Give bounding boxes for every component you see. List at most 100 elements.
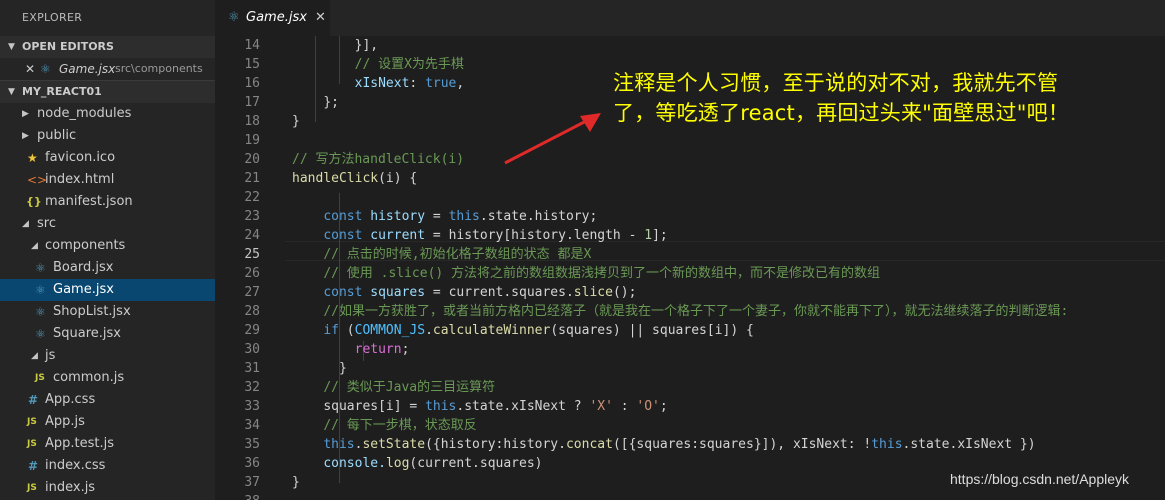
project-label: MY_REACT01 <box>22 85 102 98</box>
chevron-down-icon: ▼ <box>8 42 15 52</box>
tree-item-label: favicon.ico <box>45 150 116 165</box>
tree-item-board[interactable]: ⚛ Board.jsx <box>0 257 215 279</box>
tree-item-app-test-js[interactable]: JS App.test.js <box>0 433 215 455</box>
chevron-right-icon: ▶ <box>22 131 29 141</box>
line-number-active: 25 <box>244 247 260 262</box>
tree-item-game[interactable]: ⚛ Game.jsx <box>0 279 215 301</box>
close-icon[interactable]: ✕ <box>25 58 35 80</box>
line-number: 16 <box>244 76 260 91</box>
code-line: //如果一方获胜了，或者当前方格内已经落子（就是我在一个格子下了一个妻子，你就不… <box>323 304 1069 319</box>
close-icon[interactable]: ✕ <box>315 0 326 36</box>
react-icon: ⚛ <box>35 261 46 275</box>
tree-item-app-js[interactable]: JS App.js <box>0 411 215 433</box>
line-number: 37 <box>244 475 260 490</box>
tree-item-common-js[interactable]: JS common.js <box>0 367 215 389</box>
tree-item-index-js[interactable]: JS index.js <box>0 477 215 499</box>
tree-item-label: node_modules <box>37 106 132 121</box>
open-editor-item[interactable]: ✕ ⚛ Game.jsx src\components <box>0 58 215 80</box>
tree-item-public[interactable]: ▶ public <box>0 125 215 147</box>
code-line: const current = history[history.length -… <box>323 228 668 243</box>
react-icon: ⚛ <box>40 62 51 76</box>
tree-item-label: src <box>37 216 56 231</box>
code-line: }], <box>354 38 379 53</box>
tab-game-jsx[interactable]: ⚛ Game.jsx ✕ <box>215 0 330 36</box>
line-number: 35 <box>244 437 260 452</box>
json-icon: {} <box>26 195 42 208</box>
line-number: 38 <box>215 492 260 500</box>
line-number: 32 <box>244 380 260 395</box>
code-line: if (COMMON_JS.calculateWinner(squares) |… <box>323 323 754 338</box>
line-number: 20 <box>244 152 260 167</box>
tree-item-index-css[interactable]: # index.css <box>0 455 215 477</box>
open-editors-header[interactable]: ▼ OPEN EDITORS <box>0 36 215 58</box>
react-icon: ⚛ <box>35 327 46 341</box>
code-line: handleClick(i) { <box>292 171 418 186</box>
project-header[interactable]: ▼ MY_REACT01 <box>0 80 215 103</box>
line-number: 21 <box>244 171 260 186</box>
tree-item-src[interactable]: ◢ src <box>0 213 215 235</box>
annotation-line-1: 注释是个人习惯，至于说的对不对，我就先不管 <box>613 71 1059 95</box>
tree-item-label: js <box>45 348 56 363</box>
code-line: const history = this.state.history; <box>323 209 598 224</box>
tree-item-components[interactable]: ◢ components <box>0 235 215 257</box>
tree-item-app-css[interactable]: # App.css <box>0 389 215 411</box>
js-icon: JS <box>35 373 45 383</box>
chevron-right-icon: ▶ <box>22 109 29 119</box>
star-icon: ★ <box>27 151 38 165</box>
tree-item-label: App.css <box>45 392 96 407</box>
tree-item-node-modules[interactable]: ▶ node_modules <box>0 103 215 125</box>
line-number: 29 <box>244 323 260 338</box>
code-line: squares[i] = this.state.xIsNext ? 'X' : … <box>323 399 668 414</box>
line-number: 17 <box>244 95 260 110</box>
line-number: 24 <box>244 228 260 243</box>
code-line: const squares = current.squares.slice(); <box>323 285 637 300</box>
chevron-down-icon: ◢ <box>31 351 38 361</box>
line-number: 26 <box>244 266 260 281</box>
tree-item-square[interactable]: ⚛ Square.jsx <box>0 323 215 345</box>
explorer-sidebar: EXPLORER ▼ OPEN EDITORS ✕ ⚛ Game.jsx src… <box>0 0 215 500</box>
code-line: } <box>338 361 347 376</box>
tree-item-shoplist[interactable]: ⚛ ShopList.jsx <box>0 301 215 323</box>
line-number: 22 <box>244 190 260 205</box>
line-number: 18 <box>244 114 260 129</box>
line-number: 27 <box>244 285 260 300</box>
line-number: 31 <box>244 361 260 376</box>
js-icon: JS <box>27 483 37 493</box>
tree-item-index-html[interactable]: <> index.html <box>0 169 215 191</box>
code-line: this.setState({history:history.concat([{… <box>323 437 1036 452</box>
tree-item-label: components <box>45 238 126 253</box>
open-editors-label: OPEN EDITORS <box>22 40 114 53</box>
css-icon: # <box>28 393 39 407</box>
explorer-title: EXPLORER <box>22 11 83 24</box>
tree-item-label: Square.jsx <box>53 326 121 341</box>
react-icon: ⚛ <box>228 10 240 25</box>
annotation-arrow-icon <box>504 113 601 165</box>
code-line-active: // 点击的时候,初始化格子数组的状态 都是X <box>323 247 592 262</box>
file-tree: ▶ node_modules ▶ public ★ favicon.ico <> ind… <box>0 103 215 499</box>
tree-item-label: common.js <box>53 370 125 385</box>
annotation-text: 注释是个人习惯，至于说的对不对，我就先不管 了，等吃透了react，再回过头来"… <box>613 68 1133 128</box>
line-number: 19 <box>244 133 260 148</box>
line-number: 28 <box>244 304 260 319</box>
react-icon: ⚛ <box>35 283 46 297</box>
tree-item-label: Board.jsx <box>53 260 114 275</box>
annotation-line-2: 了，等吃透了react，再回过头来"面壁思过"吧！ <box>613 101 1070 125</box>
css-icon: # <box>28 459 39 473</box>
open-editor-name: Game.jsx <box>59 62 116 76</box>
tab-bar: ⚛ Game.jsx ✕ <box>215 0 1165 36</box>
tree-item-favicon[interactable]: ★ favicon.ico <box>0 147 215 169</box>
line-numbers: 14 15 16 17 18 19 20 21 22 23 24 25 26 2… <box>215 36 260 500</box>
tree-item-label: ShopList.jsx <box>53 304 131 319</box>
watermark: https://blog.csdn.net/Appleyk <box>950 471 1129 487</box>
react-icon: ⚛ <box>35 305 46 319</box>
tree-item-label: manifest.json <box>45 194 133 209</box>
open-editor-path: src\components <box>115 62 203 75</box>
chevron-down-icon: ◢ <box>22 219 29 229</box>
tree-item-js[interactable]: ◢ js <box>0 345 215 367</box>
line-number: 15 <box>244 57 260 72</box>
js-icon: JS <box>27 439 37 449</box>
chevron-down-icon: ◢ <box>31 241 38 251</box>
code-line: // 每下一步棋，状态取反 <box>323 418 477 433</box>
tree-item-manifest[interactable]: {} manifest.json <box>0 191 215 213</box>
js-icon: JS <box>27 417 37 427</box>
